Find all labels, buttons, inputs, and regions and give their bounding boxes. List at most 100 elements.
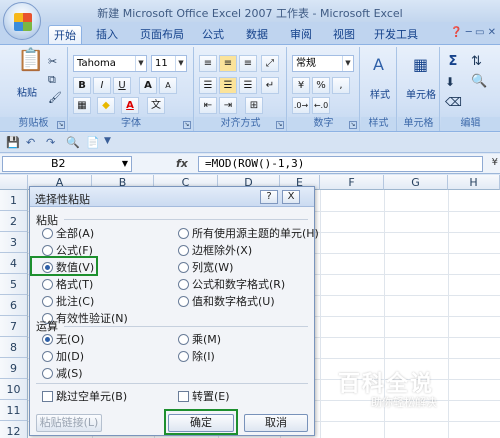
row-header[interactable]: 3 (0, 232, 28, 253)
row-header[interactable]: 6 (0, 295, 28, 316)
tab-formulas[interactable]: 公式 (196, 25, 230, 44)
decrease-indent-button[interactable]: ⇤ (199, 97, 217, 114)
grow-font-button[interactable]: A (139, 77, 157, 94)
expand-formula-icon[interactable]: ¥ (492, 157, 498, 168)
paste-column-widths-radio[interactable]: 列宽(W) (178, 261, 233, 275)
operation-multiply-radio[interactable]: 乘(M) (178, 333, 221, 347)
border-button[interactable]: ▦ (73, 97, 91, 114)
italic-button[interactable]: I (93, 77, 111, 94)
undo-icon[interactable]: ↶ (26, 136, 35, 149)
paste-button[interactable]: 📋 粘贴 (10, 50, 44, 100)
font-name-select[interactable]: Tahoma ▼ (73, 55, 147, 72)
operation-divide-radio[interactable]: 除(I) (178, 350, 215, 364)
cells-button[interactable]: ▦ 单元格 (400, 53, 440, 111)
paste-formats-radio[interactable]: 格式(T) (42, 278, 93, 292)
row-header[interactable]: 5 (0, 274, 28, 295)
tab-home[interactable]: 开始 (48, 25, 82, 44)
restore-icon[interactable]: ▭ (475, 27, 484, 38)
increase-decimal-button[interactable]: .0→ (292, 97, 310, 114)
tab-view[interactable]: 视图 (327, 25, 361, 44)
row-header[interactable]: 8 (0, 337, 28, 358)
currency-button[interactable]: ¥ (292, 77, 310, 94)
minimize-icon[interactable]: ─ (466, 27, 472, 38)
tab-developer[interactable]: 开发工具 (370, 25, 422, 44)
sort-filter-icon[interactable]: ⇅ (471, 55, 482, 69)
paste-formulas-numbers-radio[interactable]: 公式和数字格式(R) (178, 278, 285, 292)
align-left-button[interactable]: ☰ (199, 77, 217, 94)
column-header[interactable]: G (384, 175, 448, 190)
clear-icon[interactable]: ⌫ (445, 95, 462, 109)
align-middle-button[interactable]: ≡ (219, 55, 237, 72)
comma-button[interactable]: , (332, 77, 350, 94)
row-header[interactable]: 1 (0, 190, 28, 211)
decrease-decimal-button[interactable]: ←.0 (312, 97, 330, 114)
redo-icon[interactable]: ↷ (46, 136, 55, 149)
column-header[interactable]: H (448, 175, 500, 190)
merge-center-button[interactable]: ⊞ (245, 97, 263, 114)
tab-review[interactable]: 审阅 (284, 25, 318, 44)
tab-insert[interactable]: 插入 (90, 25, 124, 44)
row-header[interactable]: 12 (0, 421, 28, 438)
qat-chevron-down-icon[interactable]: ▼ (104, 136, 111, 146)
align-top-button[interactable]: ≡ (199, 55, 217, 72)
number-format-select[interactable]: 常规 ▼ (292, 55, 354, 72)
close-button[interactable]: X (282, 190, 300, 204)
find-select-icon[interactable]: 🔍 (471, 75, 487, 89)
orientation-button[interactable]: ⤢ (261, 55, 279, 72)
autosum-button[interactable]: Σ (443, 53, 463, 69)
align-center-button[interactable]: ☰ (219, 77, 237, 94)
row-header[interactable]: 7 (0, 316, 28, 337)
row-header[interactable]: 11 (0, 400, 28, 421)
name-box[interactable]: B2 ▼ (2, 156, 132, 172)
fill-color-button[interactable]: ◆ (97, 97, 115, 114)
paste-source-theme-radio[interactable]: 所有使用源主题的单元(H) (178, 227, 319, 241)
help-button[interactable]: ? (260, 190, 278, 204)
transpose-checkbox[interactable]: 转置(E) (178, 390, 230, 404)
align-right-button[interactable]: ☰ (239, 77, 257, 94)
close-icon[interactable]: ✕ (488, 27, 496, 38)
paste-all-radio[interactable]: 全部(A) (42, 227, 94, 241)
skip-blanks-checkbox[interactable]: 跳过空单元(B) (42, 390, 127, 404)
font-color-button[interactable]: A (121, 97, 139, 114)
operation-none-radio[interactable]: 无(O) (42, 333, 84, 347)
column-header[interactable]: F (320, 175, 384, 190)
wrap-text-button[interactable]: ↵ (261, 77, 279, 94)
cut-icon[interactable]: ✂ (48, 55, 57, 69)
phonetic-button[interactable]: 文 (147, 97, 165, 114)
row-header[interactable]: 10 (0, 379, 28, 400)
shrink-font-button[interactable]: A (159, 77, 177, 94)
copy-icon[interactable]: ⧉ (48, 73, 56, 87)
tab-page-layout[interactable]: 页面布局 (134, 25, 190, 44)
save-icon[interactable]: 💾 (6, 136, 20, 149)
paste-formulas-radio[interactable]: 公式(F) (42, 244, 93, 258)
paste-values-radio[interactable]: 数值(V) (42, 261, 94, 275)
number-launcher-icon[interactable]: ↘ (349, 121, 357, 129)
clipboard-launcher-icon[interactable]: ↘ (57, 121, 65, 129)
font-size-select[interactable]: 11 ▼ (151, 55, 187, 72)
increase-indent-button[interactable]: ⇥ (219, 97, 237, 114)
tab-data[interactable]: 数据 (240, 25, 274, 44)
styles-button[interactable]: A 样式 (363, 53, 395, 111)
select-all-corner[interactable] (0, 175, 28, 190)
bold-button[interactable]: B (73, 77, 91, 94)
paste-values-numbers-radio[interactable]: 值和数字格式(U) (178, 295, 275, 309)
row-header[interactable]: 9 (0, 358, 28, 379)
row-header[interactable]: 2 (0, 211, 28, 232)
fill-icon[interactable]: ⬇ (445, 75, 455, 89)
paste-comments-radio[interactable]: 批注(C) (42, 295, 94, 309)
operation-add-radio[interactable]: 加(D) (42, 350, 84, 364)
percent-button[interactable]: % (312, 77, 330, 94)
paste-no-borders-radio[interactable]: 边框除外(X) (178, 244, 252, 258)
font-launcher-icon[interactable]: ↘ (183, 121, 191, 129)
cancel-button[interactable]: 取消 (244, 414, 308, 432)
paste-link-button[interactable]: 粘贴链接(L) (36, 414, 102, 432)
help-icon[interactable]: ❓ (450, 27, 462, 38)
alignment-launcher-icon[interactable]: ↘ (276, 121, 284, 129)
print-preview-icon[interactable]: 🔍 (66, 136, 80, 149)
ok-button[interactable]: 确定 (168, 414, 234, 432)
new-document-icon[interactable]: 📄 (86, 136, 100, 149)
fx-icon[interactable]: fx (176, 157, 188, 170)
formula-input[interactable]: =MOD(ROW()-1,3) (198, 156, 483, 172)
operation-subtract-radio[interactable]: 减(S) (42, 367, 83, 381)
row-header[interactable]: 4 (0, 253, 28, 274)
